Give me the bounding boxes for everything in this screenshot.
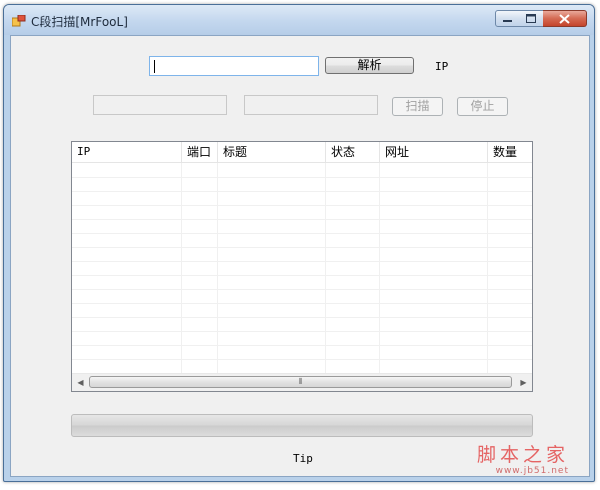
watermark: 脚本之家 www.jb51.net <box>459 444 569 484</box>
app-icon <box>12 15 26 27</box>
end-ip-input[interactable] <box>244 95 378 115</box>
watermark-url: www.jb51.net <box>495 466 569 476</box>
stop-button[interactable]: 停止 <box>457 97 508 116</box>
results-listview[interactable]: IP 端口 标题 状态 网址 数量 ◀ ⦀ ▶ <box>71 141 533 392</box>
tip-label: Tip <box>293 452 313 465</box>
minimize-icon <box>503 20 512 22</box>
text-caret <box>154 60 155 73</box>
close-button[interactable] <box>543 10 587 27</box>
maximize-button[interactable] <box>519 10 544 27</box>
minimize-button[interactable] <box>495 10 520 27</box>
listview-header: IP 端口 标题 状态 网址 数量 <box>72 142 532 163</box>
listview-body <box>72 163 532 374</box>
column-header-title[interactable]: 标题 <box>218 142 326 162</box>
watermark-text: 脚本之家 <box>476 444 569 466</box>
start-ip-input[interactable] <box>93 95 227 115</box>
maximize-icon <box>526 14 536 23</box>
close-icon <box>559 14 570 24</box>
scan-button[interactable]: 扫描 <box>392 97 443 116</box>
ip-label: IP <box>435 60 449 73</box>
main-window: C段扫描[MrFooL] 解析 IP 扫描 停止 IP 端口 标题 状态 网址 … <box>3 4 595 482</box>
parse-button[interactable]: 解析 <box>325 57 414 74</box>
horizontal-scrollbar[interactable]: ◀ ⦀ ▶ <box>72 373 532 391</box>
column-header-status[interactable]: 状态 <box>326 142 380 162</box>
window-title: C段扫描[MrFooL] <box>31 15 128 29</box>
scroll-left-icon[interactable]: ◀ <box>72 374 89 391</box>
column-header-url[interactable]: 网址 <box>380 142 488 162</box>
title-bar[interactable]: C段扫描[MrFooL] <box>4 5 594 35</box>
column-header-ip[interactable]: IP <box>72 142 182 162</box>
column-header-count[interactable]: 数量 <box>488 142 532 162</box>
client-area: 解析 IP 扫描 停止 IP 端口 标题 状态 网址 数量 ◀ ⦀ ▶ Tip … <box>10 35 590 477</box>
scroll-right-icon[interactable]: ▶ <box>515 374 532 391</box>
column-header-port[interactable]: 端口 <box>182 142 218 162</box>
scroll-thumb[interactable]: ⦀ <box>89 376 512 388</box>
target-input[interactable] <box>149 56 319 76</box>
scan-progress-bar <box>71 414 533 437</box>
